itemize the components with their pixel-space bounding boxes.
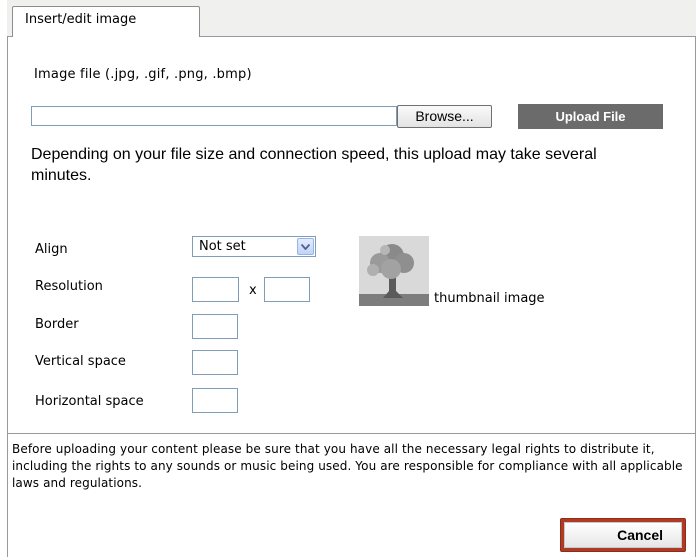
insert-image-dialog: Insert/edit image Image file (.jpg, .gif… [7, 0, 696, 557]
image-file-input[interactable] [31, 106, 397, 126]
thumbnail-caption: thumbnail image [434, 291, 545, 306]
align-label: Align [35, 242, 68, 257]
align-select[interactable]: Not set [192, 236, 316, 257]
tab-panel: Image file (.jpg, .gif, .png, .bmp) Brow… [7, 37, 696, 557]
browse-button[interactable]: Browse... [397, 105, 492, 128]
resolution-height-input[interactable] [264, 277, 310, 302]
thumbnail-image [359, 236, 429, 306]
horizontal-space-input[interactable] [192, 388, 238, 413]
vertical-space-input[interactable] [192, 350, 238, 375]
border-input[interactable] [192, 314, 238, 339]
border-label: Border [35, 317, 79, 332]
resolution-label: Resolution [35, 279, 103, 294]
image-file-label: Image file (.jpg, .gif, .png, .bmp) [34, 67, 252, 82]
legal-disclaimer: Before uploading your content please be … [8, 433, 695, 492]
cancel-button[interactable]: Cancel [564, 522, 682, 548]
resolution-width-input[interactable] [192, 277, 239, 302]
tab-insert-edit-image[interactable]: Insert/edit image [12, 6, 200, 38]
cancel-button-frame: Cancel [560, 518, 686, 552]
resolution-separator: x [249, 283, 257, 298]
chevron-down-icon[interactable] [297, 238, 314, 255]
tree-placeholder-icon [359, 236, 429, 306]
upload-file-button[interactable]: Upload File [518, 104, 663, 129]
vertical-space-label: Vertical space [35, 354, 126, 369]
align-selected-value: Not set [199, 239, 246, 254]
horizontal-space-label: Horizontal space [35, 394, 144, 409]
upload-time-note: Depending on your file size and connecti… [31, 146, 597, 184]
tab-strip: Insert/edit image [7, 0, 696, 38]
